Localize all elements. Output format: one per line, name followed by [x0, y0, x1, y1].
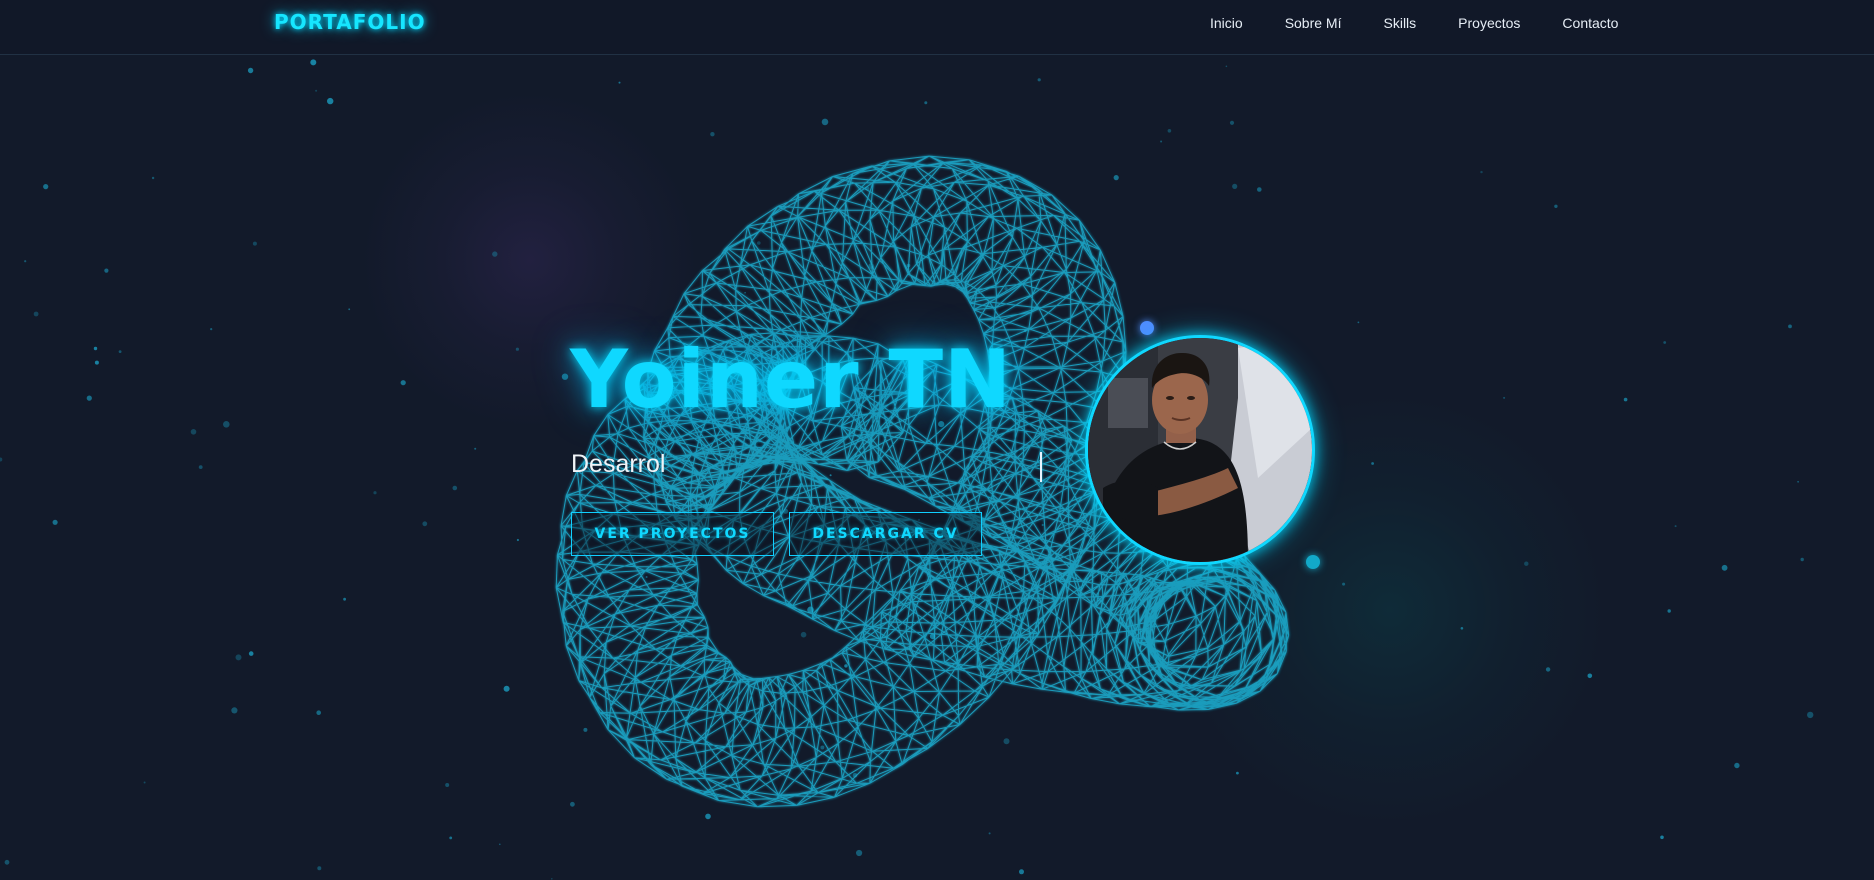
nav-link-proyectos[interactable]: Proyectos — [1458, 15, 1520, 31]
download-cv-button[interactable]: DESCARGAR CV — [789, 512, 982, 556]
navbar: PORTAFOLIO Inicio Sobre Mí Skills Proyec… — [0, 0, 1874, 55]
typing-cursor — [1040, 452, 1042, 482]
profile-photo — [1085, 335, 1315, 565]
hero-name: Yoiner TN — [570, 333, 1013, 426]
nav-menu: Inicio Sobre Mí Skills Proyectos Contact… — [1210, 15, 1660, 31]
site-logo[interactable]: PORTAFOLIO — [274, 10, 426, 34]
wireframe-knot-icon — [555, 155, 1290, 808]
view-projects-button[interactable]: VER PROYECTOS — [571, 512, 774, 556]
nav-link-skills[interactable]: Skills — [1384, 15, 1417, 31]
profile-photo-icon — [1088, 338, 1312, 562]
nav-link-sobre-mi[interactable]: Sobre Mí — [1285, 15, 1342, 31]
nav-link-contacto[interactable]: Contacto — [1562, 15, 1618, 31]
portfolio-page: PORTAFOLIO Inicio Sobre Mí Skills Proyec… — [0, 0, 1874, 880]
hero-subtitle: Desarrol — [571, 450, 666, 478]
orbit-dot-top — [1140, 321, 1154, 335]
nav-link-inicio[interactable]: Inicio — [1210, 15, 1243, 31]
